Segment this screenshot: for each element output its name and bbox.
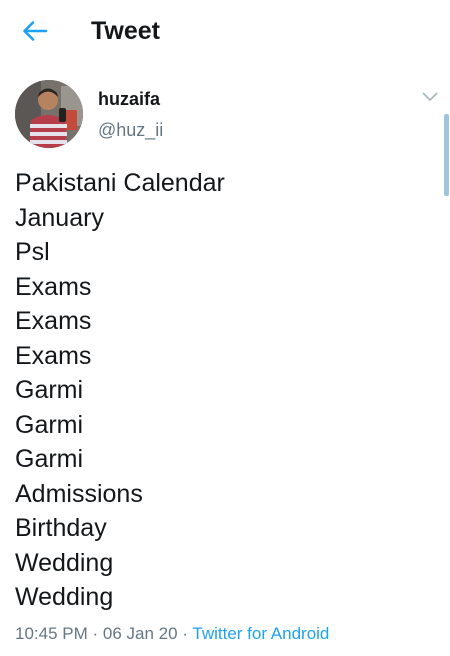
avatar[interactable] xyxy=(15,80,83,148)
tweet-meta: 10:45 PM · 06 Jan 20 · Twitter for Andro… xyxy=(15,623,329,645)
tweet-line: Birthday xyxy=(15,514,107,542)
tweet-date: 06 Jan 20 xyxy=(102,624,178,643)
tweet-text: Pakistani Calendar January Psl Exams Exa… xyxy=(15,166,435,615)
tweet-menu-button[interactable] xyxy=(418,86,442,108)
tweet-line: Wedding xyxy=(15,548,114,577)
top-bar: Tweet xyxy=(0,0,450,62)
tweet-line: Psl xyxy=(15,238,50,266)
tweet-line: Exams xyxy=(15,341,92,370)
tweet-line: January xyxy=(15,203,104,232)
chevron-down-icon xyxy=(422,92,438,101)
tweet-line: Garmi xyxy=(15,410,84,439)
scrollbar[interactable] xyxy=(444,114,449,196)
tweet-line: Exams xyxy=(15,272,92,301)
tweet-time: 10:45 PM xyxy=(15,624,88,643)
page-title: Tweet xyxy=(91,17,160,45)
author-handle[interactable]: @huz_ii xyxy=(98,119,163,141)
meta-separator: · xyxy=(177,624,193,643)
author-display-name[interactable]: huzaifa xyxy=(98,88,160,110)
tweet-line: Admissions xyxy=(15,479,143,508)
avatar-photo xyxy=(15,80,83,148)
tweet-line: Wedding xyxy=(15,583,114,611)
back-button[interactable] xyxy=(20,16,50,46)
meta-separator: · xyxy=(87,624,103,643)
tweet-detail-screen: Tweet huzaifa @huz_ii Pakistani Calendar… xyxy=(0,0,450,656)
tweet-line: Garmi xyxy=(15,445,84,473)
arrow-left-icon xyxy=(23,21,48,41)
tweet-line: Exams xyxy=(15,307,92,335)
tweet-source-link[interactable]: Twitter for Android xyxy=(192,624,329,643)
tweet-line: Garmi xyxy=(15,376,84,404)
tweet-line: Pakistani Calendar xyxy=(15,169,225,197)
